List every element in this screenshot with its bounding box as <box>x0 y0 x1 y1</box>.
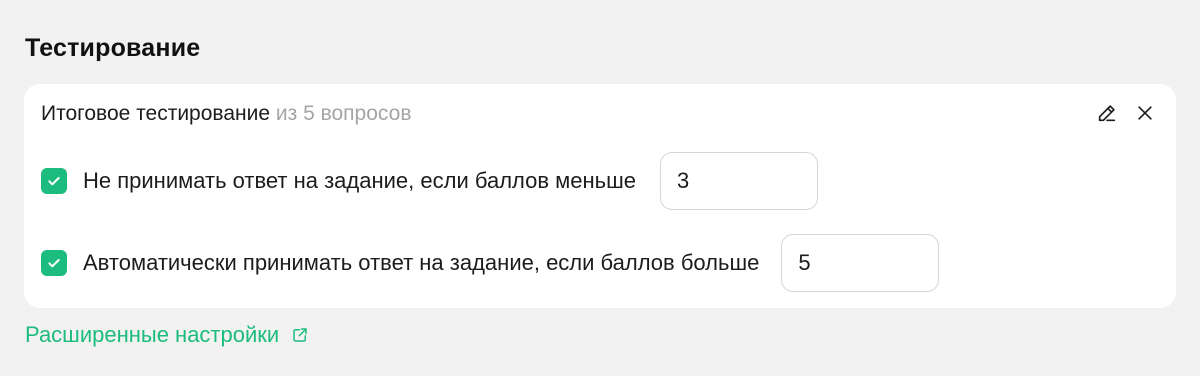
min-score-label: Не принимать ответ на задание, если балл… <box>83 168 637 193</box>
section-title: Тестирование <box>25 34 201 62</box>
auto-accept-label: Автоматически принимать ответ на задание… <box>83 250 760 275</box>
checkmark-icon <box>48 177 60 186</box>
external-link-icon <box>291 326 309 344</box>
checkmark-icon <box>48 259 60 268</box>
min-score-input[interactable] <box>660 152 819 210</box>
pencil-icon <box>1098 105 1116 122</box>
rule-row-min-score: Не принимать ответ на задание, если балл… <box>41 152 819 210</box>
close-button[interactable] <box>1132 100 1158 126</box>
min-score-checkbox[interactable] <box>41 168 67 194</box>
card-header: Итоговое тестирование из 5 вопросов <box>41 100 411 128</box>
card-title: Итоговое тестирование <box>41 102 271 125</box>
edit-button[interactable] <box>1094 100 1120 126</box>
auto-accept-input[interactable] <box>781 234 940 292</box>
advanced-settings-label: Расширенные настройки <box>25 322 280 347</box>
close-icon <box>1138 106 1152 120</box>
card-actions <box>1094 100 1158 126</box>
card-subtitle: из 5 вопросов <box>275 102 412 125</box>
advanced-settings-link[interactable]: Расширенные настройки <box>25 322 309 348</box>
rule-row-auto-accept: Автоматически принимать ответ на задание… <box>41 234 940 292</box>
test-card: Итоговое тестирование из 5 вопросов Не п… <box>24 84 1176 308</box>
auto-accept-checkbox[interactable] <box>41 250 67 276</box>
